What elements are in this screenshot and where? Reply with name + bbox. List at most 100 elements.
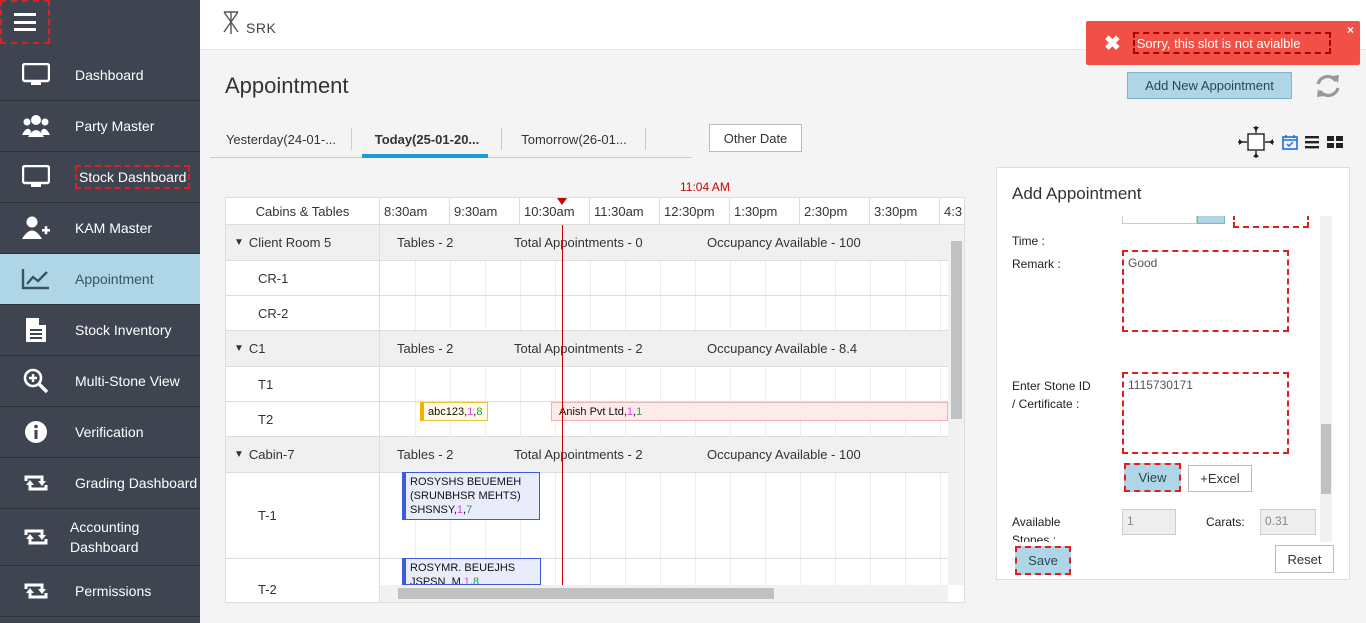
appointment-block[interactable]: abc123,1,8	[420, 402, 488, 421]
page-title: Appointment	[225, 73, 349, 98]
group-row[interactable]: ▼ Cabin-7 Tables - 2 Total Appointments -…	[226, 437, 948, 473]
table-name: T-1	[226, 473, 380, 558]
carats-label: Carats:	[1206, 515, 1245, 529]
panel-title: Add Appointment	[1012, 184, 1142, 203]
time-header: 10:30am	[520, 198, 590, 225]
appointment-block[interactable]: ROSYSHS BEUEMEH (SRUNBHSR MEHTS) SHSNSY,…	[402, 472, 540, 520]
current-time-marker	[557, 198, 567, 205]
logo-text: SRK	[246, 20, 277, 36]
sidebar-item-permissions[interactable]: Permissions	[0, 566, 200, 617]
table-row[interactable]: T1	[226, 367, 948, 402]
appointment-block[interactable]: ROSYMR. BEUEJHS JSPSN_M,1,8	[402, 558, 541, 585]
sidebar-item-party-master[interactable]: Party Master	[0, 101, 200, 152]
list-view-icon[interactable]	[1304, 135, 1320, 149]
retweet-icon	[16, 581, 56, 601]
remark-textarea[interactable]: Good	[1122, 250, 1289, 332]
sidebar-item-verification[interactable]: Verification	[0, 407, 200, 458]
appointment-block[interactable]: Anish Pvt Ltd,1,1	[551, 402, 948, 421]
current-time-label: 11:04 AM	[680, 180, 730, 194]
refresh-icon[interactable]	[1314, 72, 1344, 102]
srk-logo-icon	[223, 11, 239, 34]
scrollbar-thumb[interactable]	[398, 588, 774, 599]
available-stones-field: 1	[1122, 509, 1176, 535]
table-row[interactable]: CR-1	[226, 261, 948, 296]
vertical-scrollbar[interactable]	[948, 225, 964, 585]
sidebar-item-label: Party Master	[75, 118, 155, 134]
chart-line-icon	[16, 267, 56, 291]
other-date-button[interactable]: Other Date	[709, 124, 802, 152]
time-picker-button[interactable]	[1197, 216, 1225, 224]
users-icon	[16, 114, 56, 138]
tab-yesterday[interactable]: Yesterday(24-01-...	[210, 120, 352, 158]
monitor-icon	[16, 63, 56, 87]
sidebar-item-stock-inventory[interactable]: Stock Inventory	[0, 305, 200, 356]
user-plus-icon	[16, 216, 56, 240]
panel-scrollbar[interactable]	[1320, 216, 1332, 542]
retweet-icon	[16, 527, 56, 547]
table-row[interactable]: CR-2	[226, 296, 948, 331]
table-row[interactable]: T-1	[226, 473, 948, 559]
sidebar-item-label: Appointment	[75, 271, 154, 287]
add-new-appointment-button[interactable]: Add New Appointment	[1127, 72, 1292, 99]
scrollbar-thumb[interactable]	[951, 241, 962, 419]
view-button[interactable]: View	[1124, 463, 1181, 492]
tab-tomorrow[interactable]: Tomorrow(26-01...	[502, 120, 646, 158]
group-appointments: Total Appointments - 0	[514, 235, 643, 250]
group-row[interactable]: ▼ Client Room 5 Tables - 2 Total Appointm…	[226, 225, 948, 261]
save-button[interactable]: Save	[1015, 546, 1071, 575]
panel-form: Time : Remark : Good Enter Stone ID / Ce…	[997, 216, 1335, 542]
stone-id-textarea[interactable]: 1115730171	[1122, 372, 1289, 454]
time-header: 12:30pm	[660, 198, 730, 225]
table-name: CR-1	[226, 261, 380, 295]
group-appointments: Total Appointments - 2	[514, 447, 643, 462]
error-toast: ✖ Sorry, this slot is not avialble ×	[1086, 21, 1360, 65]
time-input[interactable]	[1122, 216, 1197, 224]
zoom-in-icon	[16, 368, 56, 394]
sidebar-item-label: Multi-Stone View	[75, 373, 180, 389]
toast-close-button[interactable]: ×	[1347, 23, 1354, 37]
calendar-icon[interactable]	[1282, 134, 1298, 150]
sidebar-item-label: Verification	[75, 424, 144, 440]
tab-label: Tomorrow(26-01...	[521, 131, 627, 147]
sidebar-item-stock-dashboard[interactable]: Stock Dashboard	[0, 152, 200, 203]
sidebar-item-appointment[interactable]: Appointment	[0, 254, 200, 305]
group-appointments: Total Appointments - 2	[514, 341, 643, 356]
view-switcher	[1236, 124, 1344, 160]
reset-button[interactable]: Reset	[1275, 545, 1334, 573]
table-name: T1	[226, 367, 380, 401]
sidebar-item-label: Dashboard	[75, 67, 144, 83]
tab-today[interactable]: Today(25-01-20...	[352, 120, 502, 158]
expand-icon[interactable]	[1236, 124, 1276, 160]
time-end-input[interactable]	[1233, 216, 1309, 228]
sidebar-nav: Dashboard Party Master Stock Dashboard K…	[0, 50, 200, 617]
table-name: CR-2	[226, 296, 380, 330]
carats-field: 0.31	[1260, 509, 1316, 535]
sidebar-item-kam-master[interactable]: KAM Master	[0, 203, 200, 254]
horizontal-scrollbar[interactable]	[380, 585, 948, 602]
grid-view-icon[interactable]	[1326, 135, 1344, 149]
table-name: T-2	[226, 559, 380, 602]
time-header: 11:30am	[590, 198, 660, 225]
hamburger-menu-button[interactable]	[0, 0, 50, 44]
scrollbar-thumb[interactable]	[1321, 424, 1331, 494]
add-appointment-panel: Add Appointment Time : Remark : Good Ent…	[996, 167, 1350, 580]
toast-message: Sorry, this slot is not avialble	[1132, 32, 1331, 54]
document-icon	[16, 317, 56, 343]
time-header: 3:30pm	[870, 198, 940, 225]
sidebar-item-dashboard[interactable]: Dashboard	[0, 50, 200, 101]
sidebar-item-multi-stone-view[interactable]: Multi-Stone View	[0, 356, 200, 407]
retweet-icon	[16, 473, 56, 493]
sidebar-item-label: Accounting Dashboard	[70, 519, 140, 555]
excel-button[interactable]: +Excel	[1188, 465, 1252, 492]
group-name: ▼ Cabin-7	[226, 437, 380, 472]
sidebar-item-label: Stock Dashboard	[75, 165, 191, 189]
remark-label: Remark :	[1012, 257, 1061, 271]
group-row[interactable]: ▼ C1 Tables - 2 Total Appointments - 2 Oc…	[226, 331, 948, 367]
stone-id-label: Enter Stone ID / Certificate :	[1012, 379, 1091, 411]
sidebar-item-accounting-dashboard[interactable]: Accounting Dashboard	[0, 509, 200, 566]
group-tables: Tables - 2	[397, 235, 454, 250]
available-stones-label: Available Stones :	[1012, 515, 1061, 542]
time-header: 8:30am	[380, 198, 450, 225]
group-tables: Tables - 2	[397, 341, 454, 356]
sidebar-item-grading-dashboard[interactable]: Grading Dashboard	[0, 458, 200, 509]
